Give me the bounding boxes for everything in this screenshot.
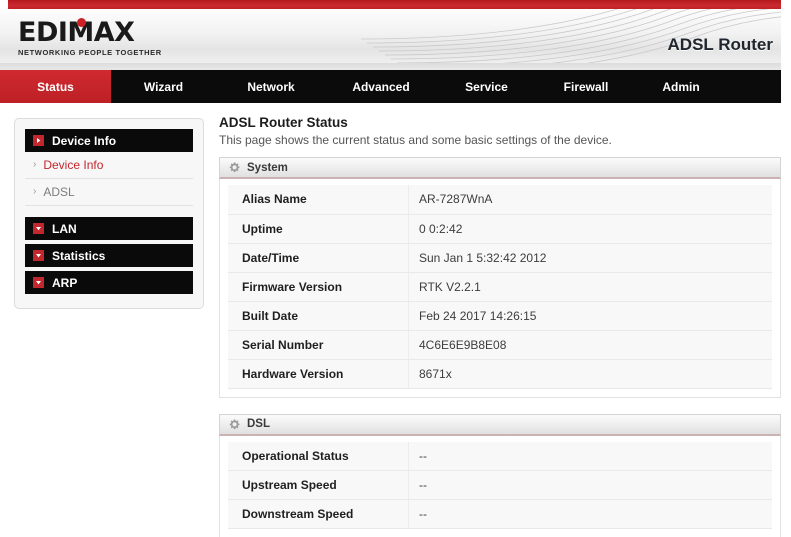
row-label: Uptime — [228, 214, 409, 244]
gear-icon — [229, 162, 240, 173]
dsl-info-table: Operational Status -- Upstream Speed -- … — [228, 441, 772, 529]
nav-item-label: Wizard — [143, 79, 184, 94]
row-value: Sun Jan 1 5:32:42 2012 — [408, 243, 772, 273]
logo-tagline: NETWORKING PEOPLE TOGETHER — [18, 48, 162, 57]
sidebar-item-device-info[interactable]: › Device Info — [25, 152, 193, 179]
table-row: Upstream Speed -- — [228, 470, 772, 500]
row-value: 0 0:2:42 — [408, 214, 772, 244]
panel-header: System — [219, 157, 781, 179]
header-body: EDIMAX NETWORKING PEOPLE TOGETHER ADSL R… — [0, 9, 781, 63]
nav-item-label: Firewall — [563, 79, 609, 94]
row-label: Alias Name — [228, 185, 409, 215]
row-value: AR-7287WnA — [408, 185, 772, 215]
row-label: Hardware Version — [228, 359, 409, 389]
main-content: ADSL Router Status This page shows the c… — [219, 115, 781, 537]
row-value: -- — [408, 441, 772, 471]
table-row: Operational Status -- — [228, 441, 772, 471]
chevron-right-icon: › — [33, 159, 37, 170]
sidebar-section-label: ARP — [52, 275, 78, 290]
nav-item-wizard[interactable]: Wizard — [111, 70, 216, 103]
table-row: Downstream Speed -- — [228, 499, 772, 529]
router-admin-page: EDIMAX NETWORKING PEOPLE TOGETHER ADSL R… — [0, 0, 791, 537]
product-title: ADSL Router — [667, 35, 773, 54]
arrow-down-icon — [33, 250, 44, 261]
nav-item-admin[interactable]: Admin — [635, 70, 727, 103]
table-row: Hardware Version 8671x — [228, 359, 772, 389]
panel-body: Operational Status -- Upstream Speed -- … — [219, 435, 781, 537]
table-row: Serial Number 4C6E6E9B8E08 — [228, 330, 772, 360]
header-red-band — [8, 0, 781, 9]
sidebar-section-device-info[interactable]: Device Info — [25, 129, 193, 152]
system-info-table: Alias Name AR-7287WnA Uptime 0 0:2:42 Da… — [228, 185, 772, 389]
row-value: -- — [408, 499, 772, 529]
nav-item-service[interactable]: Service — [436, 70, 537, 103]
nav-item-label: Network — [247, 79, 295, 94]
site-header: EDIMAX NETWORKING PEOPLE TOGETHER ADSL R… — [0, 0, 781, 70]
nav-item-firewall[interactable]: Firewall — [537, 70, 635, 103]
nav-item-label: Admin — [662, 79, 700, 94]
table-row: Uptime 0 0:2:42 — [228, 214, 772, 244]
page-title: ADSL Router Status — [219, 115, 348, 130]
arrow-down-icon — [33, 223, 44, 234]
panel-title: System — [247, 161, 288, 174]
table-row: Date/Time Sun Jan 1 5:32:42 2012 — [228, 243, 772, 273]
row-label: Serial Number — [228, 330, 409, 360]
sidebar-section-statistics[interactable]: Statistics — [25, 244, 193, 267]
panel-body: Alias Name AR-7287WnA Uptime 0 0:2:42 Da… — [219, 179, 781, 398]
nav-item-label: Status — [37, 79, 74, 94]
sidebar-item-label: ADSL — [43, 185, 75, 199]
panel-header: DSL — [219, 413, 781, 436]
logo-dot-icon — [77, 18, 86, 27]
panel-title: DSL — [247, 418, 270, 430]
row-label: Built Date — [228, 301, 409, 331]
chevron-right-icon: › — [33, 186, 37, 197]
sidebar-section-label: Statistics — [52, 248, 106, 263]
nav-item-status[interactable]: Status — [0, 70, 111, 103]
row-value: 4C6E6E9B8E08 — [408, 330, 772, 360]
sidebar-section-arp[interactable]: ARP — [25, 271, 193, 294]
sidebar-item-adsl[interactable]: › ADSL — [25, 179, 193, 206]
header-divider — [0, 63, 781, 70]
main-navigation: Status Wizard Network Advanced Service F… — [0, 70, 781, 103]
arrow-down-icon — [33, 277, 44, 288]
page-description: This page shows the current status and s… — [219, 133, 612, 147]
row-value: Feb 24 2017 14:26:15 — [408, 301, 772, 331]
row-value: 8671x — [408, 359, 772, 389]
table-row: Firmware Version RTK V2.2.1 — [228, 272, 772, 302]
nav-item-network[interactable]: Network — [216, 70, 326, 103]
sidebar-section-lan[interactable]: LAN — [25, 217, 193, 240]
panel-system: System Alias Name AR-7287WnA Uptime 0 0:… — [219, 157, 781, 398]
nav-item-label: Service — [465, 79, 508, 94]
row-value: RTK V2.2.1 — [408, 272, 772, 302]
table-row: Built Date Feb 24 2017 14:26:15 — [228, 301, 772, 331]
panel-dsl: DSL Operational Status -- Upstream Speed… — [219, 413, 781, 537]
row-label: Downstream Speed — [228, 499, 409, 529]
row-label: Upstream Speed — [228, 470, 409, 500]
gear-icon — [229, 419, 240, 430]
sidebar-section-label: Device Info — [52, 133, 117, 148]
nav-item-advanced[interactable]: Advanced — [326, 70, 436, 103]
row-value: -- — [408, 470, 772, 500]
sidebar-item-label: Device Info — [43, 158, 104, 172]
row-label: Date/Time — [228, 243, 409, 273]
sidebar: Device Info › Device Info › ADSL LAN Sta… — [14, 118, 204, 309]
sidebar-section-label: LAN — [52, 221, 77, 236]
arrow-right-icon — [33, 135, 44, 146]
edimax-logo[interactable]: EDIMAX NETWORKING PEOPLE TOGETHER — [18, 18, 218, 61]
row-label: Operational Status — [228, 441, 409, 471]
nav-item-label: Advanced — [352, 79, 410, 94]
row-label: Firmware Version — [228, 272, 409, 302]
table-row: Alias Name AR-7287WnA — [228, 185, 772, 215]
